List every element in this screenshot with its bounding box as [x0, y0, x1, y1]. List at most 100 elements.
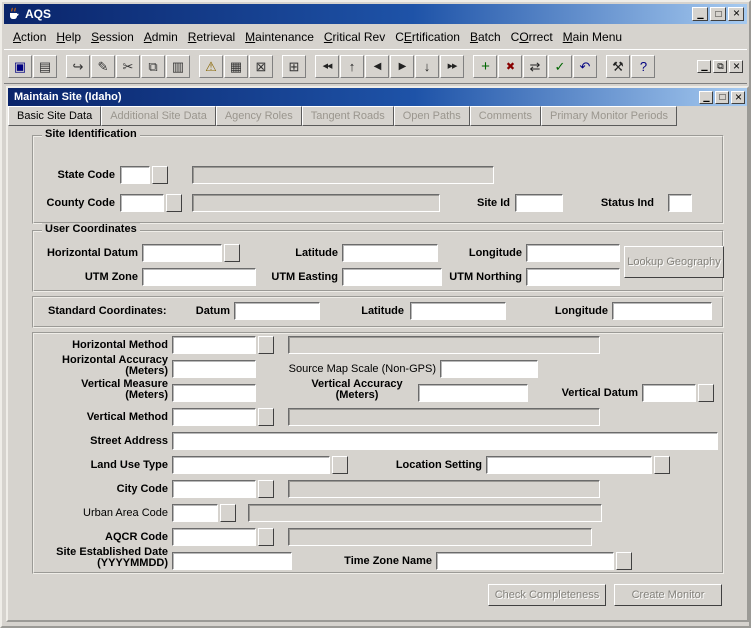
vertical-datum-label: Vertical Datum — [561, 387, 638, 399]
maximize-button[interactable]: □ — [715, 90, 729, 104]
land-use-type-lov-button[interactable] — [332, 456, 348, 474]
minimize-button[interactable]: ▁ — [697, 60, 711, 73]
commit-button[interactable]: ✓ — [548, 55, 572, 78]
menu-retrieval[interactable]: Retrieval — [183, 27, 240, 47]
menu-maintenance[interactable]: Maintenance — [240, 27, 319, 47]
vertical-datum-lov-button[interactable] — [698, 384, 714, 402]
site-established-date-label: Site Established Date (YYYYMMDD) — [56, 546, 168, 569]
site-established-date-input[interactable] — [172, 552, 292, 570]
time-zone-name-lov-button[interactable] — [616, 552, 632, 570]
toolbar-separator — [598, 55, 605, 78]
first-record-icon: ◀◀ — [322, 63, 333, 70]
menu-certification[interactable]: CErtification — [390, 27, 465, 47]
help-button[interactable]: ? — [631, 55, 655, 78]
restore-button[interactable]: ⧉ — [713, 60, 727, 73]
list-values-button[interactable]: ⊞ — [282, 55, 306, 78]
menu-main-menu[interactable]: Main Menu — [558, 27, 627, 47]
exit-button[interactable]: ↪ — [66, 55, 90, 78]
utm-easting-input[interactable] — [342, 268, 442, 286]
print-icon: ▤ — [38, 58, 52, 74]
horizontal-method-lov-button[interactable] — [258, 336, 274, 354]
print-button[interactable]: ▤ — [33, 55, 57, 78]
state-code-input[interactable] — [120, 166, 150, 184]
menu-action[interactable]: Action — [8, 27, 51, 47]
aqcr-code-input[interactable] — [172, 528, 256, 546]
form-content: Site Identification State Code County Co… — [8, 126, 747, 620]
menu-critical-rev[interactable]: Critical Rev — [319, 27, 390, 47]
street-address-input[interactable] — [172, 432, 718, 450]
city-code-lov-button[interactable] — [258, 480, 274, 498]
clear-record-button[interactable]: ⊠ — [249, 55, 273, 78]
toolbar: ▣ ▤ ↪ ✎ ✂ ⧉ ▥ ⚠ ▦ ⊠ ⊞ ◀◀ ↑ ◀ ▶ ↓ ▶▶ + ✖ ⇄ ✓ ↶ ⚒? ▁ ⧉ × — [4, 50, 747, 84]
minimize-button[interactable]: ▁ — [692, 7, 708, 21]
site-id-input[interactable] — [515, 194, 563, 212]
last-record-button[interactable]: ▶▶ — [440, 55, 464, 78]
utm-zone-input[interactable] — [142, 268, 256, 286]
edit-button[interactable]: ✎ — [91, 55, 115, 78]
menu-session[interactable]: Session — [86, 27, 139, 47]
urban-area-code-input[interactable] — [172, 504, 218, 522]
save-button[interactable]: ▣ — [8, 55, 32, 78]
menu-batch[interactable]: Batch — [465, 27, 506, 47]
display-error-button[interactable]: ⚠ — [199, 55, 223, 78]
land-use-type-input[interactable] — [172, 456, 330, 474]
menu-help[interactable]: Help — [51, 27, 86, 47]
menu-correct[interactable]: COrrect — [506, 27, 558, 47]
close-button[interactable]: × — [728, 7, 744, 21]
tab-additional-site-data: Additional Site Data — [101, 106, 216, 126]
vertical-method-lov-button[interactable] — [258, 408, 274, 426]
utm-northing-input[interactable] — [526, 268, 620, 286]
remove-record-button[interactable]: ✖ — [498, 55, 522, 78]
lock-record-button[interactable]: ⇄ — [523, 55, 547, 78]
previous-record-button[interactable]: ◀ — [365, 55, 389, 78]
horizontal-accuracy-input[interactable] — [172, 360, 256, 378]
main-titlebar[interactable]: AQS ▁ □ × — [4, 4, 747, 24]
urban-area-code-lov-button[interactable] — [220, 504, 236, 522]
insert-record-button[interactable]: + — [473, 55, 497, 78]
cut-button[interactable]: ✂ — [116, 55, 140, 78]
county-code-lov-button[interactable] — [166, 194, 182, 212]
next-record-icon: ▶ — [398, 60, 407, 72]
next-record-button[interactable]: ▶ — [390, 55, 414, 78]
status-ind-input[interactable] — [668, 194, 692, 212]
toolbar-separator — [307, 55, 314, 78]
horizontal-datum-lov-button[interactable] — [224, 244, 240, 262]
vertical-accuracy-input[interactable] — [418, 384, 528, 402]
first-record-button[interactable]: ◀◀ — [315, 55, 339, 78]
aqcr-code-lov-button[interactable] — [258, 528, 274, 546]
scroll-up-button[interactable]: ↑ — [340, 55, 364, 78]
horizontal-datum-input[interactable] — [142, 244, 222, 262]
create-monitor-button: Create Monitor — [614, 584, 722, 606]
tools-button[interactable]: ⚒ — [606, 55, 630, 78]
city-code-input[interactable] — [172, 480, 256, 498]
close-button[interactable]: × — [731, 90, 745, 104]
source-map-scale-input[interactable] — [440, 360, 538, 378]
menu-admin[interactable]: Admin — [139, 27, 183, 47]
duplicate-record-button[interactable]: ▦ — [224, 55, 248, 78]
tab-basic-site-data[interactable]: Basic Site Data — [8, 106, 102, 126]
scroll-down-button[interactable]: ↓ — [415, 55, 439, 78]
maximize-button[interactable]: □ — [710, 7, 726, 21]
location-setting-label: Location Setting — [395, 459, 482, 471]
horizontal-method-label: Horizontal Method — [72, 339, 168, 351]
time-zone-name-input[interactable] — [436, 552, 614, 570]
child-titlebar[interactable]: Maintain Site (Idaho) ▁ □ × — [8, 88, 747, 106]
copy-button[interactable]: ⧉ — [141, 55, 165, 78]
save-icon: ▣ — [13, 58, 27, 74]
longitude-input[interactable] — [526, 244, 620, 262]
vertical-measure-input[interactable] — [172, 384, 256, 402]
vertical-datum-input[interactable] — [642, 384, 696, 402]
paste-button[interactable]: ▥ — [166, 55, 190, 78]
check-completeness-button: Check Completeness — [488, 584, 606, 606]
location-setting-lov-button[interactable] — [654, 456, 670, 474]
state-code-lov-button[interactable] — [152, 166, 168, 184]
location-setting-input[interactable] — [486, 456, 652, 474]
close-button[interactable]: × — [729, 60, 743, 73]
previous-record-icon: ◀ — [373, 60, 382, 72]
horizontal-method-input[interactable] — [172, 336, 256, 354]
vertical-method-input[interactable] — [172, 408, 256, 426]
minimize-button[interactable]: ▁ — [699, 90, 713, 104]
rollback-button[interactable]: ↶ — [573, 55, 597, 78]
county-code-input[interactable] — [120, 194, 164, 212]
latitude-input[interactable] — [342, 244, 438, 262]
